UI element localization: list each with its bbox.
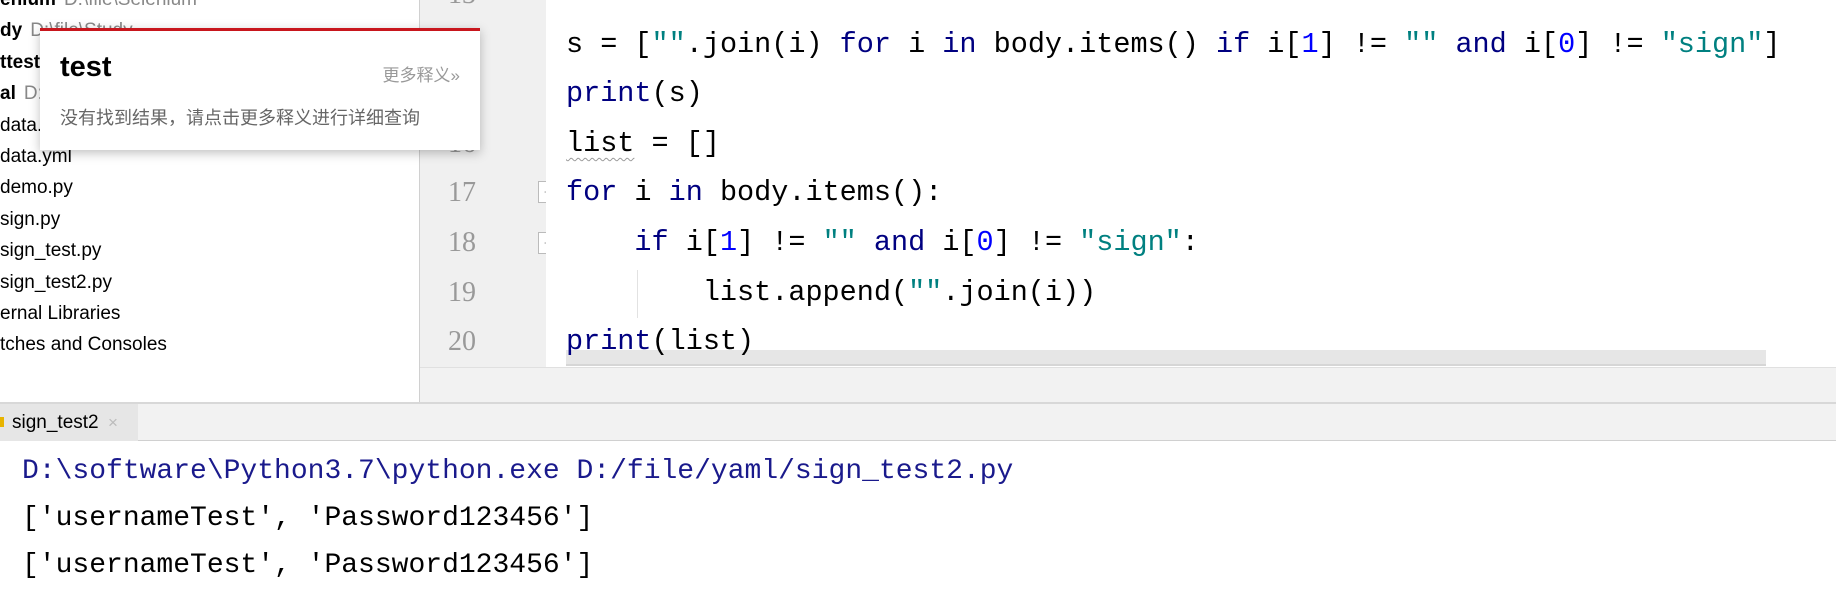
- code-token: 0: [976, 226, 994, 259]
- code-token: i[: [1250, 27, 1302, 61]
- code-token: and: [1455, 27, 1507, 61]
- line-number: 13: [448, 0, 476, 20]
- code-token: list.append(: [566, 275, 909, 309]
- code-token: print: [566, 77, 652, 111]
- code-token: i[: [668, 226, 720, 259]
- code-token: for: [839, 27, 891, 61]
- code-token: ] !=: [1575, 27, 1661, 61]
- code-line: if i[1] != "" and i[0] != "sign":: [566, 218, 1199, 268]
- tree-item-name: dy: [0, 20, 23, 42]
- tree-item-path: D:\file\Selenium: [64, 0, 197, 10]
- code-editor[interactable]: s = ["".join(i) for i in body.items() if…: [546, 0, 1836, 367]
- code-token: for: [566, 176, 618, 210]
- tree-item-name: sign.py: [0, 208, 61, 230]
- code-token: s = [: [566, 27, 652, 61]
- code-token: print: [566, 325, 652, 359]
- code-line: list.append("".join(i)): [566, 268, 1096, 318]
- tree-item-name: ttest: [0, 51, 41, 73]
- code-token: .join(i)): [942, 275, 1097, 309]
- tree-item[interactable]: data.: [0, 111, 42, 141]
- console-line: D:\software\Python3.7\python.exe D:/file…: [22, 456, 1014, 487]
- code-token: "": [822, 226, 857, 259]
- code-line: for i in body.items():: [566, 168, 942, 218]
- code-token: and: [873, 226, 926, 259]
- tree-item[interactable]: sign_test.py: [0, 236, 101, 266]
- code-token: ] !=: [993, 226, 1080, 259]
- tree-item-name: tches and Consoles: [0, 334, 167, 356]
- code-token: .join(i): [685, 27, 840, 61]
- tree-item[interactable]: enium D:\file\Selenium: [0, 0, 197, 15]
- run-console[interactable]: D:\software\Python3.7\python.exe D:/file…: [0, 441, 1836, 605]
- run-tab-label: sign_test2: [12, 412, 99, 433]
- tree-item-name: enium: [0, 0, 56, 10]
- dictionary-popup: test 更多释义» 没有找到结果，请点击更多释义进行详细查询: [40, 28, 480, 150]
- code-line: s = ["".join(i) for i in body.items() if…: [566, 20, 1780, 70]
- more-definitions-link[interactable]: 更多释义»: [383, 61, 460, 86]
- run-tab-bar: sign_test2 ×: [0, 402, 1836, 441]
- code-token: :: [1181, 226, 1199, 259]
- tree-item[interactable]: sign.py: [0, 205, 60, 235]
- popup-message: 没有找到结果，请点击更多释义进行详细查询: [60, 108, 420, 128]
- run-tab-sign-test2[interactable]: sign_test2 ×: [0, 404, 138, 441]
- tree-item-name: al: [0, 83, 16, 105]
- close-icon[interactable]: ×: [108, 404, 118, 441]
- code-token: if: [1215, 27, 1251, 61]
- code-token: ]: [1763, 27, 1781, 61]
- code-token: "": [908, 275, 943, 309]
- code-token: in: [942, 27, 977, 61]
- python-file-icon: [0, 417, 4, 427]
- code-token: "": [651, 27, 686, 61]
- code-line: print(list): [566, 317, 754, 367]
- tree-item-name: data.: [0, 114, 43, 136]
- code-token: 0: [1558, 27, 1576, 61]
- console-line: ['usernameTest', 'Password123456']: [22, 550, 594, 581]
- code-token: "sign": [1079, 226, 1182, 259]
- code-token: body.items(): [976, 27, 1216, 61]
- line-number: 19: [448, 276, 476, 308]
- tree-item[interactable]: ernal Libraries: [0, 299, 120, 329]
- code-token: "sign": [1660, 27, 1764, 61]
- code-token: ] !=: [1318, 27, 1405, 61]
- tree-item[interactable]: ttest: [0, 48, 40, 78]
- line-number: 17: [448, 177, 476, 209]
- code-token: body.items():: [702, 176, 943, 210]
- tree-item-name: sign_test2.py: [0, 271, 112, 293]
- code-token: (s): [651, 77, 703, 111]
- code-line: print(s): [566, 69, 703, 119]
- code-token: if: [634, 226, 669, 259]
- code-token: i[: [1506, 27, 1559, 61]
- code-token: 1: [1301, 27, 1319, 61]
- tree-item-name: sign_test.py: [0, 240, 102, 262]
- tree-item[interactable]: tches and Consoles: [0, 330, 167, 360]
- editor-bottom-area: [420, 367, 1836, 403]
- code-token: (list): [651, 325, 755, 359]
- code-token: i: [890, 27, 943, 61]
- popup-word: test: [60, 51, 112, 83]
- code-token: i[: [925, 226, 977, 259]
- tree-item-name: demo.py: [0, 177, 73, 199]
- line-number: 18: [448, 227, 476, 258]
- console-line: ['usernameTest', 'Password123456']: [22, 503, 594, 534]
- code-token: i: [617, 176, 669, 210]
- code-token: ] !=: [737, 226, 823, 259]
- code-token: in: [668, 176, 703, 210]
- code-token: 1: [719, 226, 738, 259]
- code-token: "": [1404, 27, 1439, 61]
- tree-item-name: ernal Libraries: [0, 303, 121, 324]
- tree-item[interactable]: demo.py: [0, 173, 73, 203]
- code-token: list: [566, 126, 635, 160]
- tree-item[interactable]: sign_test2.py: [0, 268, 112, 298]
- code-token: = []: [634, 126, 720, 160]
- code-line: list = []: [566, 119, 720, 169]
- line-number: 20: [448, 326, 476, 358]
